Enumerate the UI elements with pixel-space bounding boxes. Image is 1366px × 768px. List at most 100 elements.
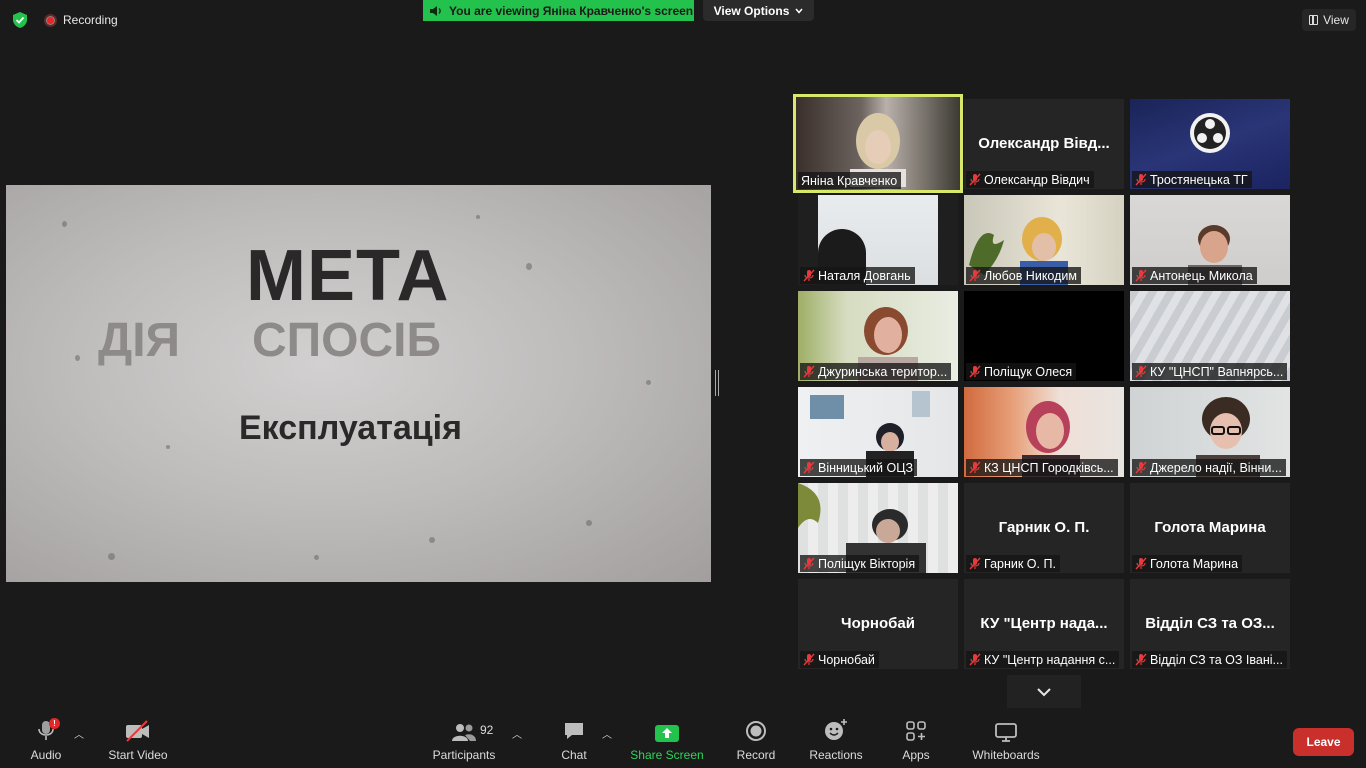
participant-tile[interactable]: Чорнобай Чорнобай [798, 579, 958, 669]
start-video-button[interactable]: Start Video [104, 712, 172, 768]
reactions-label: Reactions [809, 748, 863, 762]
participants-button[interactable]: Participants [430, 712, 498, 768]
obs-logo-icon [1190, 113, 1230, 153]
mic-muted-icon [969, 269, 981, 282]
texture-spot [314, 555, 319, 560]
participants-options-caret[interactable]: ︿ [512, 726, 522, 741]
mic-muted-icon [969, 461, 981, 474]
participant-display-name: Відділ СЗ та ОЗ... [1145, 615, 1275, 632]
start-video-label: Start Video [108, 748, 168, 762]
share-screen-label: Share Screen [630, 748, 704, 762]
participant-display-name: КУ "Центр нада... [980, 615, 1108, 632]
texture-spot [586, 520, 592, 526]
participant-tile[interactable]: Поліщук Вікторія [798, 483, 958, 573]
texture-spot [646, 380, 651, 385]
participant-name-label: КУ "ЦНСП" Вапнярсь... [1132, 363, 1288, 380]
participant-name-label: КУ "Центр надання с... [966, 651, 1120, 668]
participant-display-name: Гарник О. П. [998, 519, 1090, 536]
mic-muted-icon [803, 269, 815, 282]
mic-muted-icon [1135, 461, 1147, 474]
mic-muted-icon [969, 653, 981, 666]
apps-label: Apps [902, 748, 930, 762]
participant-tile[interactable]: Наталя Довгань [798, 195, 958, 285]
chat-label: Chat [561, 748, 587, 762]
participant-name-label: Гарник О. П. [966, 555, 1060, 572]
mic-muted-icon [803, 653, 815, 666]
mic-muted-icon [1135, 365, 1147, 378]
leave-button[interactable]: Leave [1293, 728, 1354, 756]
texture-spot [108, 553, 115, 560]
texture-spot [429, 537, 435, 543]
participant-display-name: Голота Марина [1154, 519, 1266, 536]
record-icon [746, 721, 766, 741]
chat-button[interactable]: Chat [554, 712, 594, 768]
speaker-icon [430, 5, 441, 16]
participant-display-name: Олександр Вівд... [978, 135, 1110, 152]
participant-tile[interactable]: Олександр Вівд... Олександр Вівдич [964, 99, 1124, 189]
participants-label: Participants [432, 748, 496, 762]
apps-button[interactable]: Apps [896, 712, 936, 768]
gallery-next-page-button[interactable] [1007, 675, 1081, 708]
participant-name-label: Любов Никодим [966, 267, 1081, 284]
participant-name-label: Тростянецька ТГ [1132, 171, 1252, 188]
recording-icon [44, 13, 57, 27]
participant-tile[interactable]: КУ "ЦНСП" Вапнярсь... [1130, 291, 1290, 381]
view-button[interactable]: View [1302, 9, 1356, 31]
participant-tile[interactable]: Тростянецька ТГ [1130, 99, 1290, 189]
texture-spot [526, 263, 532, 270]
chat-options-caret[interactable]: ︿ [602, 726, 612, 741]
mic-muted-icon [1135, 173, 1147, 186]
participant-tile[interactable]: Яніна Кравченко [793, 94, 963, 193]
participant-tile[interactable]: КУ "Центр нада... КУ "Центр надання с... [964, 579, 1124, 669]
share-screen-icon [655, 725, 679, 742]
participant-display-name: Чорнобай [841, 615, 915, 632]
whiteboard-icon [995, 723, 1017, 742]
mic-muted-icon [803, 557, 815, 570]
recording-label: Recording [63, 13, 118, 27]
participant-tile[interactable]: Поліщук Олеся [964, 291, 1124, 381]
participant-tile[interactable]: Джуринська територ... [798, 291, 958, 381]
participant-name-label: Поліщук Олеся [966, 363, 1077, 380]
participant-name-label: Олександр Вівдич [966, 171, 1094, 188]
participants-count: 92 [480, 723, 494, 737]
participant-name-label: Вінницький ОЦЗ [800, 459, 918, 476]
mic-muted-icon [969, 557, 981, 570]
participant-tile[interactable]: Антонець Микола [1130, 195, 1290, 285]
record-button[interactable]: Record [733, 712, 779, 768]
participant-tile[interactable]: КЗ ЦНСП Городківсь... [964, 387, 1124, 477]
audio-button[interactable]: Audio [26, 712, 66, 768]
participant-tile[interactable]: Джерело надії, Вінни... [1130, 387, 1290, 477]
audio-label: Audio [30, 748, 62, 762]
share-screen-button[interactable]: Share Screen [628, 712, 706, 768]
participant-tile[interactable]: Вінницький ОЦЗ [798, 387, 958, 477]
slide-subtitle: Експлуатація [239, 409, 462, 447]
whiteboards-button[interactable]: Whiteboards [966, 712, 1046, 768]
mic-muted-icon [969, 365, 981, 378]
whiteboards-label: Whiteboards [972, 748, 1040, 762]
shared-screen[interactable]: МЕТА ДІЯ СПОСІБ Експлуатація [6, 185, 711, 582]
participant-tile[interactable]: Любов Никодим [964, 195, 1124, 285]
record-label: Record [736, 748, 776, 762]
texture-spot [476, 215, 480, 219]
participant-tile[interactable]: Гарник О. П. Гарник О. П. [964, 483, 1124, 573]
audio-options-caret[interactable]: ︿ [74, 726, 84, 741]
chat-icon [565, 723, 583, 739]
recording-indicator[interactable]: Recording [44, 12, 118, 28]
view-options-button[interactable]: View Options [703, 0, 814, 21]
participant-tile[interactable]: Голота Марина Голота Марина [1130, 483, 1290, 573]
shield-icon[interactable] [11, 11, 29, 29]
split-resize-handle[interactable] [715, 370, 719, 396]
video-off-icon [126, 720, 149, 742]
slide-word-left: ДІЯ [98, 314, 181, 367]
participant-name-label: Голота Марина [1132, 555, 1243, 572]
texture-spot [75, 355, 80, 361]
chevron-down-icon [1037, 687, 1051, 696]
mic-muted-icon [969, 173, 981, 186]
reactions-button[interactable]: Reactions [806, 712, 866, 768]
viewing-banner: You are viewing Яніна Кравченко's screen [423, 0, 694, 21]
mic-muted-icon [803, 365, 815, 378]
meeting-toolbar: Audio ! ︿ Start Video Participants 92 ︿ [0, 712, 1366, 768]
participant-tile[interactable]: Відділ СЗ та ОЗ... Відділ СЗ та ОЗ Івані… [1130, 579, 1290, 669]
audio-alert-badge: ! [49, 718, 60, 729]
participant-name-label: Чорнобай [800, 651, 879, 668]
